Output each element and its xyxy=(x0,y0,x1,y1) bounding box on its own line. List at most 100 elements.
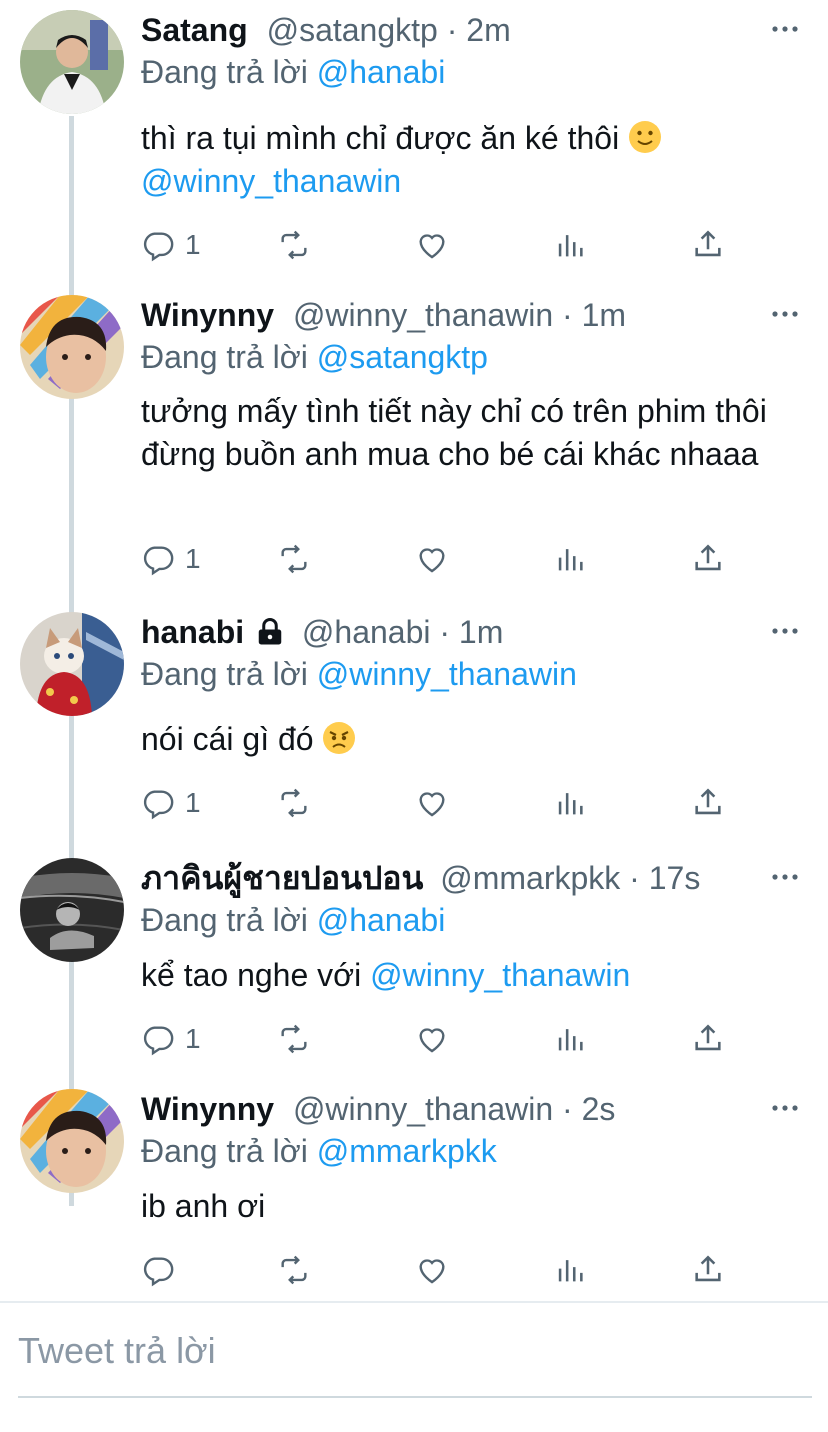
reply-button[interactable]: 1 xyxy=(141,783,201,823)
display-name[interactable]: Winynny xyxy=(141,1091,274,1127)
tweet-mention[interactable]: @winny_thanawin xyxy=(370,957,630,993)
tweet-actions: 1 xyxy=(141,225,741,265)
more-icon[interactable] xyxy=(770,1093,800,1123)
reply-to-mention[interactable]: @hanabi xyxy=(317,902,446,938)
like-button[interactable] xyxy=(415,1019,449,1059)
retweet-icon xyxy=(281,230,307,260)
display-name[interactable]: Winynny xyxy=(141,297,274,333)
share-button[interactable] xyxy=(691,1250,725,1290)
tweet-text: tưởng mấy tình tiết này chỉ có trên phim… xyxy=(141,390,801,476)
reply-to-mention[interactable]: @satangktp xyxy=(317,339,488,375)
analytics-icon xyxy=(558,1260,583,1282)
retweet-button[interactable] xyxy=(277,225,311,265)
like-icon xyxy=(419,792,445,817)
avatar-satang-image xyxy=(20,10,124,114)
separator: · xyxy=(446,12,467,48)
tweet-text: kể tao nghe với @winny_thanawin xyxy=(141,954,801,997)
tweet-mention[interactable]: @winny_thanawin xyxy=(141,163,401,199)
user-handle[interactable]: @mmarkpkk xyxy=(440,860,620,896)
replying-prefix: Đang trả lời xyxy=(141,902,308,938)
replying-to: Đang trả lời @hanabi xyxy=(141,900,445,940)
tweet-text: ib anh ơi xyxy=(141,1185,801,1228)
retweet-button[interactable] xyxy=(277,1019,311,1059)
reply-input-underline xyxy=(18,1396,812,1398)
like-button[interactable] xyxy=(415,225,449,265)
analytics-icon xyxy=(558,235,583,257)
analytics-button[interactable] xyxy=(553,1250,587,1290)
more-icon[interactable] xyxy=(770,616,800,646)
share-button[interactable] xyxy=(691,225,725,265)
tweet-actions: 1 xyxy=(141,1019,741,1059)
like-icon xyxy=(419,548,445,573)
retweet-button[interactable] xyxy=(277,1250,311,1290)
reply-button[interactable]: 1 xyxy=(141,1019,201,1059)
reply-to-mention[interactable]: @mmarkpkk xyxy=(317,1133,497,1169)
retweet-icon xyxy=(281,1255,307,1285)
reply-button[interactable] xyxy=(141,1250,185,1290)
user-handle[interactable]: @winny_thanawin xyxy=(293,297,553,333)
avatar-satang[interactable] xyxy=(20,10,124,114)
share-icon xyxy=(695,788,721,815)
retweet-button[interactable] xyxy=(277,539,311,579)
user-handle[interactable]: @winny_thanawin xyxy=(293,1091,553,1127)
timestamp[interactable]: 2m xyxy=(466,12,510,48)
separator: · xyxy=(439,614,459,650)
analytics-icon xyxy=(558,793,583,815)
analytics-button[interactable] xyxy=(553,783,587,823)
display-name[interactable]: hanabi xyxy=(141,614,244,650)
tweet-text: nói cái gì đó xyxy=(141,718,801,761)
tweet-text-content: nói cái gì đó xyxy=(141,721,314,757)
analytics-icon xyxy=(558,549,583,571)
avatar-hanabi-image xyxy=(20,612,124,716)
tweet-actions: 1 xyxy=(141,539,741,579)
reply-icon xyxy=(143,1257,174,1287)
reply-icon xyxy=(143,546,174,576)
share-button[interactable] xyxy=(691,539,725,579)
share-icon xyxy=(695,544,721,571)
display-name[interactable]: Satang xyxy=(141,12,248,48)
like-icon xyxy=(419,1259,445,1284)
tweet-text-content: thì ra tụi mình chỉ được ăn ké thôi xyxy=(141,120,620,156)
more-icon[interactable] xyxy=(770,14,800,44)
display-name[interactable]: ภาคินผู้ชายปอนปอน xyxy=(141,860,423,896)
lock-icon xyxy=(258,618,282,645)
reply-button[interactable]: 1 xyxy=(141,539,201,579)
user-handle[interactable]: @satangktp xyxy=(267,12,438,48)
share-button[interactable] xyxy=(691,1019,725,1059)
analytics-button[interactable] xyxy=(553,539,587,579)
reply-icon xyxy=(143,790,174,820)
retweet-button[interactable] xyxy=(277,783,311,823)
avatar-hanabi[interactable] xyxy=(20,612,124,716)
avatar-winynny[interactable] xyxy=(20,295,124,399)
tweet-actions xyxy=(141,1250,741,1290)
share-button[interactable] xyxy=(691,783,725,823)
like-button[interactable] xyxy=(415,1250,449,1290)
timestamp[interactable]: 2s xyxy=(582,1091,616,1127)
replying-to: Đang trả lời @hanabi xyxy=(141,52,445,92)
like-button[interactable] xyxy=(415,783,449,823)
tweet-text-content: kể tao nghe với xyxy=(141,957,362,993)
avatar-winynny[interactable] xyxy=(20,1089,124,1193)
analytics-button[interactable] xyxy=(553,1019,587,1059)
reply-to-mention[interactable]: @hanabi xyxy=(317,54,446,90)
angry-face-emoji xyxy=(323,722,356,754)
like-button[interactable] xyxy=(415,539,449,579)
composer-divider xyxy=(0,1301,828,1303)
avatar-mmarkpkk[interactable] xyxy=(20,858,124,962)
timestamp[interactable]: 1m xyxy=(459,614,503,650)
reply-tweet-input[interactable]: Tweet trả lời xyxy=(18,1330,216,1372)
analytics-button[interactable] xyxy=(553,225,587,265)
reply-button[interactable]: 1 xyxy=(141,225,201,265)
replying-to: Đang trả lời @satangktp xyxy=(141,337,488,377)
tweet-text-content: tưởng mấy tình tiết này chỉ có trên phim… xyxy=(141,393,767,472)
retweet-icon xyxy=(281,788,307,818)
reply-icon xyxy=(143,1026,174,1056)
analytics-icon xyxy=(558,1029,583,1051)
user-handle[interactable]: @hanabi xyxy=(302,614,431,650)
reply-count: 1 xyxy=(185,229,201,260)
timestamp[interactable]: 1m xyxy=(582,297,626,333)
reply-to-mention[interactable]: @winny_thanawin xyxy=(317,656,577,692)
more-icon[interactable] xyxy=(770,862,800,892)
more-icon[interactable] xyxy=(770,299,800,329)
timestamp[interactable]: 17s xyxy=(649,860,701,896)
